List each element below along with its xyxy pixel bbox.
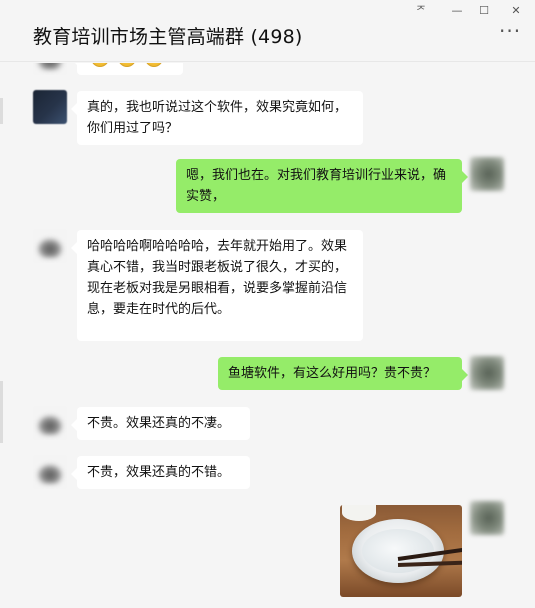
smiley-emoji-icon [91,63,109,67]
message-bubble[interactable]: 不贵。效果还真的不凄。 [71,407,250,440]
scroll-marker [0,98,3,124]
emoji-row [91,63,163,67]
avatar[interactable] [33,90,67,124]
avatar[interactable] [470,356,504,390]
message-bubble[interactable]: 鱼塘软件，有这么好用吗？贵不贵？ [218,357,468,390]
close-button[interactable]: ✕ [505,2,527,20]
maximize-button[interactable]: ☐ [473,2,495,20]
smiley-emoji-icon [118,63,136,67]
scroll-marker [0,381,3,443]
chat-title: 教育培训市场主管高端群 (498) [33,26,303,48]
chat-header: 教育培训市场主管高端群 (498) ᅎ — ☐ ✕ ··· [0,0,535,62]
message-bubble[interactable]: 真的，我也听说过这个软件，效果究竟如何，你们用过了吗？ [71,91,363,145]
message-bubble[interactable]: 嗯，我们也在。对我们教育培训行业来说，确实赞， [176,159,468,213]
avatar[interactable] [33,63,67,75]
message-bubble[interactable]: 哈哈哈哈啊哈哈哈哈，去年就开始用了。效果真心不错，我当时跟老板说了很久，才买的，… [71,230,363,341]
pin-icon[interactable]: ᅎ [410,2,432,20]
avatar[interactable] [470,501,504,535]
photo-bowl-of-milk-with-chopsticks[interactable] [340,505,462,597]
more-options-icon[interactable]: ··· [499,21,521,42]
avatar[interactable] [470,157,504,191]
avatar[interactable] [33,455,67,489]
message-list[interactable]: 真的，我也听说过这个软件，效果究竟如何，你们用过了吗？ 嗯，我们也在。对我们教育… [0,63,535,608]
avatar[interactable] [33,406,67,440]
smiley-emoji-icon [145,63,163,67]
message-bubble[interactable] [71,63,183,75]
minimize-button[interactable]: — [446,2,468,20]
avatar[interactable] [33,229,67,263]
message-bubble[interactable]: 不贵，效果还真的不错。 [71,456,250,489]
